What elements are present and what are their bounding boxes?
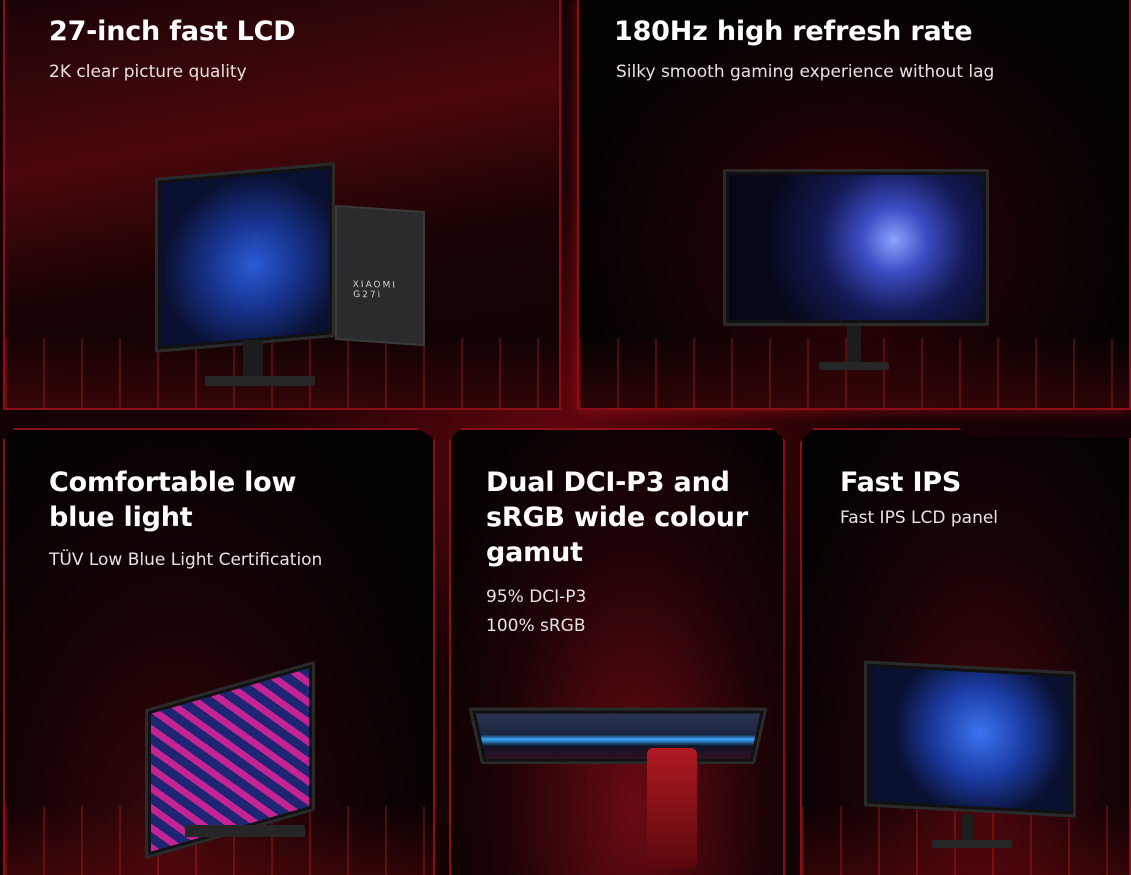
gamut-srgb-value: 100% sRGB	[486, 616, 586, 636]
floor-decoration	[5, 338, 559, 408]
monitor-stand-neck	[847, 326, 861, 366]
monitor-stand-base	[185, 825, 305, 837]
robot-figure-image	[647, 748, 697, 868]
card-title: Comfortable low blue light	[49, 467, 297, 533]
monitor-front-image	[723, 169, 989, 326]
feature-card-colour-gamut: Dual DCI-P3 and sRGB wide colour gamut 9…	[449, 428, 785, 875]
monitor-front-image	[155, 162, 335, 353]
monitor-screen	[729, 175, 983, 320]
monitor-front-image	[468, 707, 768, 764]
feature-card-fast-ips: Fast IPS Fast IPS LCD panel	[800, 428, 1131, 875]
monitor-screen	[475, 713, 761, 759]
monitor-stand-base	[819, 362, 889, 370]
card-subtitle: 2K clear picture quality	[49, 62, 247, 82]
card-subtitle: Fast IPS LCD panel	[840, 508, 999, 528]
feature-card-lcd: XIAOMI G27i 27-inch fast LCD 2K clear pi…	[3, 0, 561, 410]
card-subtitle: TÜV Low Blue Light Certification	[49, 550, 323, 570]
gamut-dci-p3-value: 95% DCI-P3	[486, 587, 587, 607]
monitor-screen	[161, 168, 329, 347]
monitor-stand-base	[932, 840, 1012, 848]
monitor-front-image	[864, 660, 1076, 818]
card-title: Dual DCI-P3 and sRGB wide colour gamut	[486, 467, 748, 568]
card-title: 180Hz high refresh rate	[614, 16, 973, 47]
feature-card-low-blue-light: Comfortable low blue light TÜV Low Blue …	[3, 428, 435, 875]
monitor-back-image: XIAOMI G27i	[335, 204, 425, 347]
feature-card-refresh-rate: 180Hz high refresh rate Silky smooth gam…	[577, 0, 1131, 410]
monitor-brand-label: XIAOMI G27i	[352, 279, 398, 301]
monitor-screen	[870, 666, 1070, 812]
monitor-stand-neck	[243, 340, 263, 380]
card-title: Fast IPS	[840, 467, 962, 498]
card-title: 27-inch fast LCD	[49, 16, 296, 47]
monitor-stand-base	[205, 376, 315, 386]
card-subtitle: Silky smooth gaming experience without l…	[616, 62, 995, 82]
monitor-stand-neck	[962, 814, 974, 842]
